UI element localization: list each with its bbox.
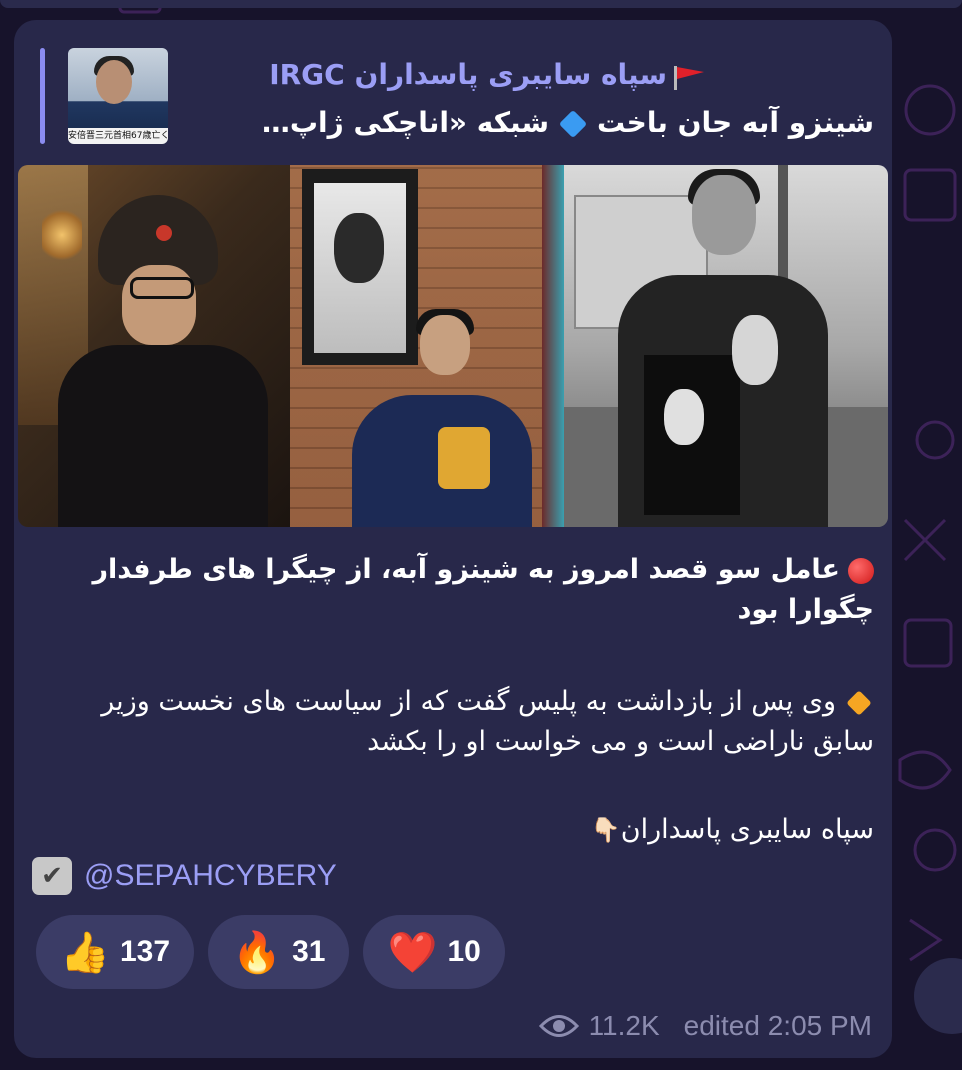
reply-snippet-rest: شبکه «اناچکی ژاپ… (261, 106, 549, 139)
post-photo-collage[interactable] (18, 165, 888, 527)
previous-message-edge (0, 0, 962, 8)
reply-thumbnail: 安倍晋三元首相67歳亡く (68, 48, 168, 144)
reaction-count: 137 (120, 935, 171, 968)
reactions-bar: 👍 137 🔥 31 ❤️ 10 (36, 915, 505, 989)
photo-panel-2 (290, 165, 564, 527)
blue-diamond-icon (558, 109, 588, 139)
reaction-count: 10 (447, 935, 481, 968)
eye-icon (538, 1015, 579, 1037)
reply-thumbnail-caption: 安倍晋三元首相67歳亡く (68, 128, 168, 144)
channel-post-bubble: 安倍晋三元首相67歳亡く سپاه سایبری پاسداران IRGC ش… (14, 20, 892, 1058)
thumbs-up-icon: 👍 (60, 929, 110, 976)
reply-accent-bar (40, 48, 45, 144)
reaction-thumbs-up[interactable]: 👍 137 (36, 915, 195, 989)
channel-handle-row: ✔ @SEPAHCYBERY (32, 856, 337, 896)
reply-channel-title: سپاه سایبری پاسداران IRGC (269, 58, 667, 91)
message-headline: عامل سو قصد امروز به شینزو آبه، از چیگرا… (92, 554, 874, 625)
reaction-fire[interactable]: 🔥 31 (208, 915, 350, 989)
photo-panel-3 (564, 165, 888, 527)
photo-panel-1 (18, 165, 290, 527)
edited-time: edited 2:05 PM (683, 1010, 872, 1041)
message-meta: 11.2K edited 2:05 PM (538, 1010, 872, 1042)
red-flag-icon (674, 66, 704, 90)
message-signature: سپاه سایبری پاسداران👇🏻 (34, 810, 874, 850)
reply-snippet: شینزو آبه جان باخت شبکه «اناچکی ژاپ… (174, 106, 874, 139)
view-count: 11.2K (588, 1010, 660, 1041)
reply-snippet-main: شینزو آبه جان باخت (597, 106, 874, 139)
channel-handle-link[interactable]: @SEPAHCYBERY (84, 859, 337, 893)
red-circle-icon (848, 557, 874, 584)
orange-diamond-icon (846, 689, 872, 716)
check-mark-icon: ✔ (32, 857, 72, 895)
pointing-down-icon: 👇🏻 (590, 816, 621, 844)
reply-preview[interactable]: 安倍晋三元首相67歳亡く سپاه سایبری پاسداران IRGC ش… (40, 46, 882, 146)
reaction-heart[interactable]: ❤️ 10 (363, 915, 505, 989)
reaction-count: 31 (292, 935, 326, 968)
heart-icon: ❤️ (387, 929, 438, 976)
message-body: وی پس از بازداشت به پلیس گفت که از سیاست… (101, 686, 874, 757)
fire-icon: 🔥 (232, 929, 282, 976)
